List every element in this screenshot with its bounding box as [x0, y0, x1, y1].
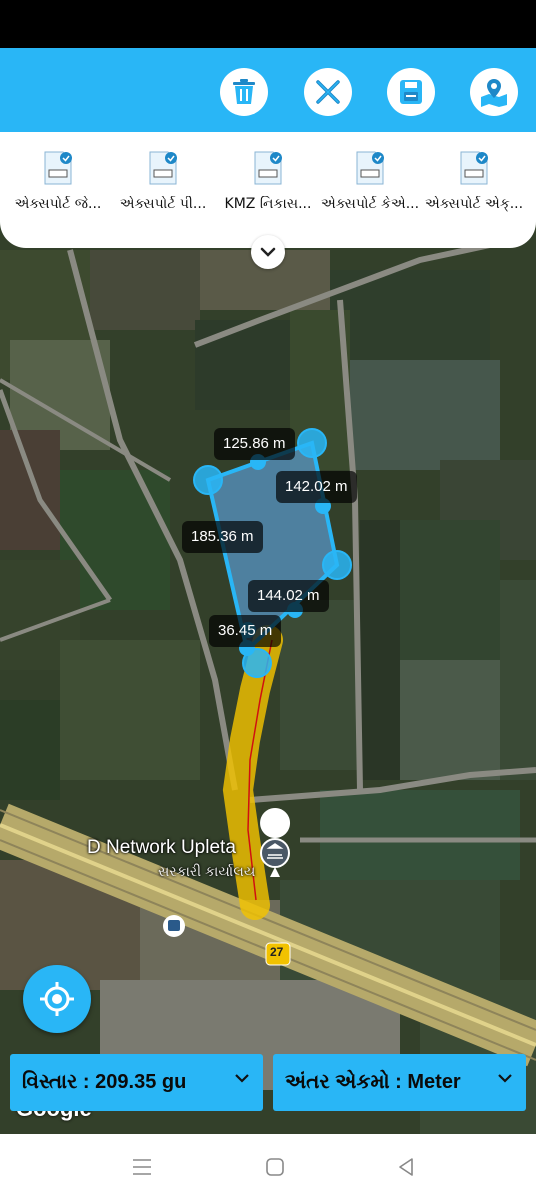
export-json-label: એક્સપોર્ટ જે... — [14, 196, 102, 212]
chevron-down-icon — [235, 1074, 249, 1083]
measurement-label: 185.36 m — [182, 521, 263, 553]
export-kml-label: એક્સપોર્ટ કેએ... — [320, 196, 420, 212]
export-xls-label: એક્સપોર્ટ એક્... — [424, 196, 524, 212]
file-xls-icon — [460, 151, 488, 185]
export-json-item[interactable]: એક્સપોર્ટ જે... — [6, 150, 110, 212]
file-kmz-icon — [254, 151, 282, 185]
map-button[interactable] — [470, 68, 518, 116]
delete-button[interactable] — [220, 68, 268, 116]
export-pdf-item[interactable]: એક્સપોર્ટ પી... — [111, 150, 215, 212]
road-shield-number: 27 — [270, 945, 284, 959]
recent-apps-button[interactable] — [127, 1152, 157, 1182]
poi-name[interactable]: D Network Upleta — [87, 837, 236, 859]
file-json-icon — [44, 151, 72, 185]
export-kmz-item[interactable]: KMZ નિકાસ... — [216, 150, 320, 212]
unit-dropdown[interactable]: અંતર એકમો : Meter — [273, 1054, 526, 1111]
measurement-label: 125.86 m — [214, 428, 295, 460]
my-location-button[interactable] — [23, 965, 91, 1033]
trash-icon — [233, 79, 255, 104]
back-button[interactable] — [391, 1152, 421, 1182]
export-kmz-label: KMZ નિકાસ... — [224, 196, 312, 212]
unit-label: અંતર એકમો : Meter — [285, 1071, 461, 1093]
export-pdf-label: એક્સપોર્ટ પી... — [119, 196, 207, 212]
home-button[interactable] — [260, 1152, 290, 1182]
collapse-panel-button[interactable] — [251, 235, 285, 269]
save-icon — [400, 80, 422, 104]
status-bar — [0, 0, 536, 48]
menu-icon — [133, 1159, 151, 1175]
back-icon — [399, 1158, 413, 1176]
area-dropdown[interactable]: વિસ્તાર : 209.35 gu — [10, 1054, 263, 1111]
export-panel: એક્સપોર્ટ જે... એક્સપોર્ટ પી... KMZ નિકા… — [0, 132, 536, 248]
crosshair-icon — [40, 982, 74, 1016]
map-pin-icon — [481, 79, 507, 107]
area-label: વિસ્તાર : 209.35 gu — [22, 1071, 187, 1093]
save-button[interactable] — [387, 68, 435, 116]
poi-subtitle: સરકારી કાર્યાલય — [158, 863, 256, 879]
file-pdf-icon — [149, 151, 177, 185]
chevron-down-icon — [498, 1074, 512, 1083]
file-kml-icon — [356, 151, 384, 185]
close-icon — [316, 80, 340, 104]
measurement-label: 142.02 m — [276, 471, 357, 503]
system-nav-bar — [0, 1134, 536, 1200]
close-button[interactable] — [304, 68, 352, 116]
export-kml-item[interactable]: એક્સપોર્ટ કેએ... — [318, 150, 422, 212]
home-icon — [266, 1158, 284, 1176]
measurement-label: 36.45 m — [209, 615, 282, 647]
export-xls-item[interactable]: એક્સપોર્ટ એક્... — [422, 150, 526, 212]
measurement-label: 144.02 m — [248, 580, 329, 612]
chevron-down-icon — [260, 247, 276, 257]
top-toolbar — [0, 48, 536, 132]
